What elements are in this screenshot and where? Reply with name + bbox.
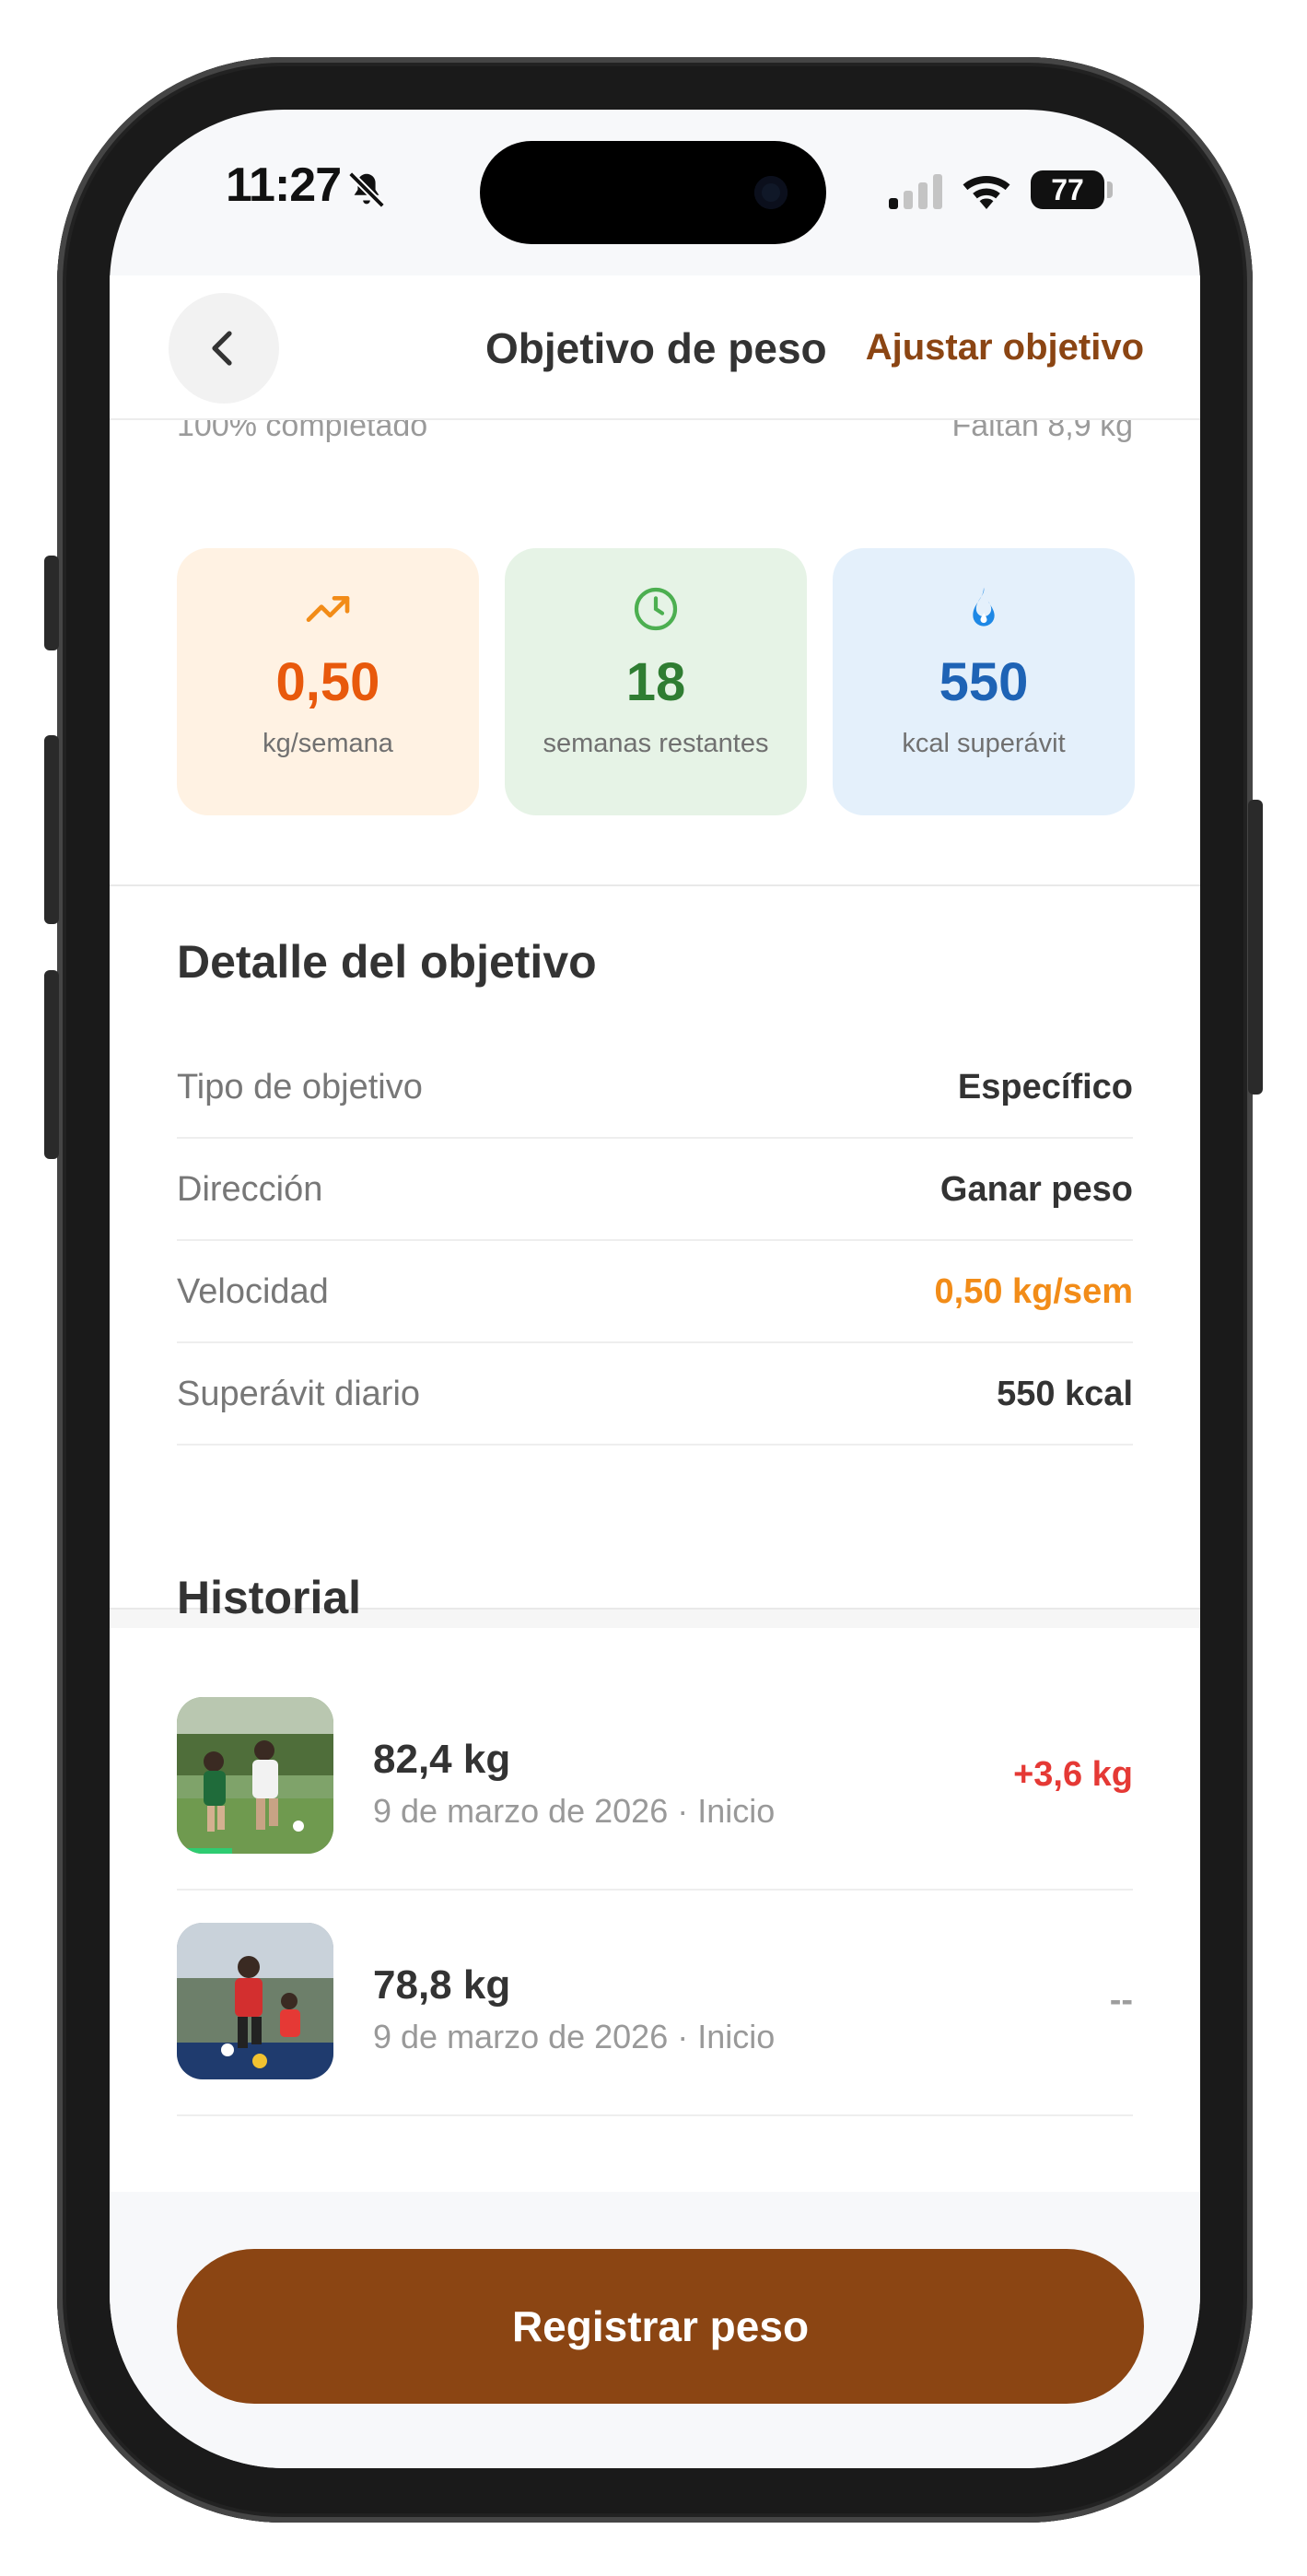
bell-muted-icon <box>348 171 385 208</box>
stat-label: semanas restantes <box>543 729 769 758</box>
signal-icon <box>889 174 942 209</box>
flame-icon <box>973 587 995 626</box>
history-date: 9 de marzo de 2026 · Inicio <box>373 2018 776 2055</box>
history-date: 9 de marzo de 2026 · Inicio <box>373 1792 776 1830</box>
history-photo[interactable] <box>177 1923 333 2079</box>
history-title: Historial <box>177 1572 362 1623</box>
section-divider <box>110 884 1200 886</box>
detail-value: 0,50 kg/sem <box>934 1272 1133 1311</box>
adjust-goal-button[interactable]: Ajustar objetivo <box>866 327 1144 369</box>
stat-card-rate: 0,50 kg/semana <box>177 548 479 815</box>
volume-up-button <box>44 735 59 924</box>
scroll-content[interactable]: 100% completado Faltan 8,9 kg 0,50 kg/se… <box>110 275 1200 2256</box>
stat-label: kcal superávit <box>902 729 1066 758</box>
history-diff: -- <box>1109 1981 1133 2020</box>
history-item[interactable]: 82,4 kg 9 de marzo de 2026 · Inicio +3,6… <box>177 1665 1133 1891</box>
wifi-icon <box>963 176 1010 209</box>
detail-label: Dirección <box>177 1170 323 1209</box>
detail-label: Velocidad <box>177 1272 329 1311</box>
history-weight: 82,4 kg <box>373 1737 511 1782</box>
detail-value: 550 kcal <box>997 1375 1133 1413</box>
detail-row-speed: Velocidad 0,50 kg/sem <box>177 1241 1133 1343</box>
stat-value: 0,50 <box>275 652 380 712</box>
detail-value: Ganar peso <box>939 1170 1133 1209</box>
stat-card-surplus: 550 kcal superávit <box>833 548 1135 815</box>
phone-screen: 100% completado Faltan 8,9 kg 0,50 kg/se… <box>110 110 1200 2468</box>
history-item[interactable]: 78,8 kg 9 de marzo de 2026 · Inicio -- <box>177 1891 1133 2116</box>
battery-tip <box>1107 181 1113 198</box>
register-weight-button[interactable]: Registrar peso <box>177 2249 1144 2404</box>
clock-icon <box>634 587 678 631</box>
stat-value: 550 <box>939 652 1029 712</box>
chevron-left-icon <box>212 331 232 366</box>
history-diff: +3,6 kg <box>1013 1755 1133 1794</box>
detail-row-type: Tipo de objetivo Específico <box>177 1036 1133 1139</box>
top-nav-bar: Objetivo de peso Ajustar objetivo <box>110 275 1200 420</box>
detail-value: Específico <box>957 1068 1133 1107</box>
detail-label: Superávit diario <box>177 1375 421 1413</box>
detail-row-surplus: Superávit diario 550 kcal <box>177 1343 1133 1446</box>
page-title: Objetivo de peso <box>485 324 827 372</box>
back-button[interactable] <box>169 293 279 404</box>
stat-label: kg/semana <box>263 729 393 758</box>
status-time: 11:27 <box>226 158 342 212</box>
stat-card-weeks: 18 semanas restantes <box>505 548 807 815</box>
detail-row-direction: Dirección Ganar peso <box>177 1139 1133 1241</box>
stat-value: 18 <box>625 652 686 712</box>
battery-level: 77 <box>1031 170 1104 209</box>
trending-up-icon <box>306 596 350 622</box>
history-photo[interactable] <box>177 1697 333 1854</box>
power-button <box>1248 800 1263 1095</box>
dynamic-island <box>480 141 826 244</box>
history-weight: 78,8 kg <box>373 1962 511 2008</box>
detail-title: Detalle del objetivo <box>177 936 597 988</box>
volume-down-button <box>44 970 59 1159</box>
action-button <box>44 556 59 650</box>
detail-label: Tipo de objetivo <box>177 1068 423 1107</box>
